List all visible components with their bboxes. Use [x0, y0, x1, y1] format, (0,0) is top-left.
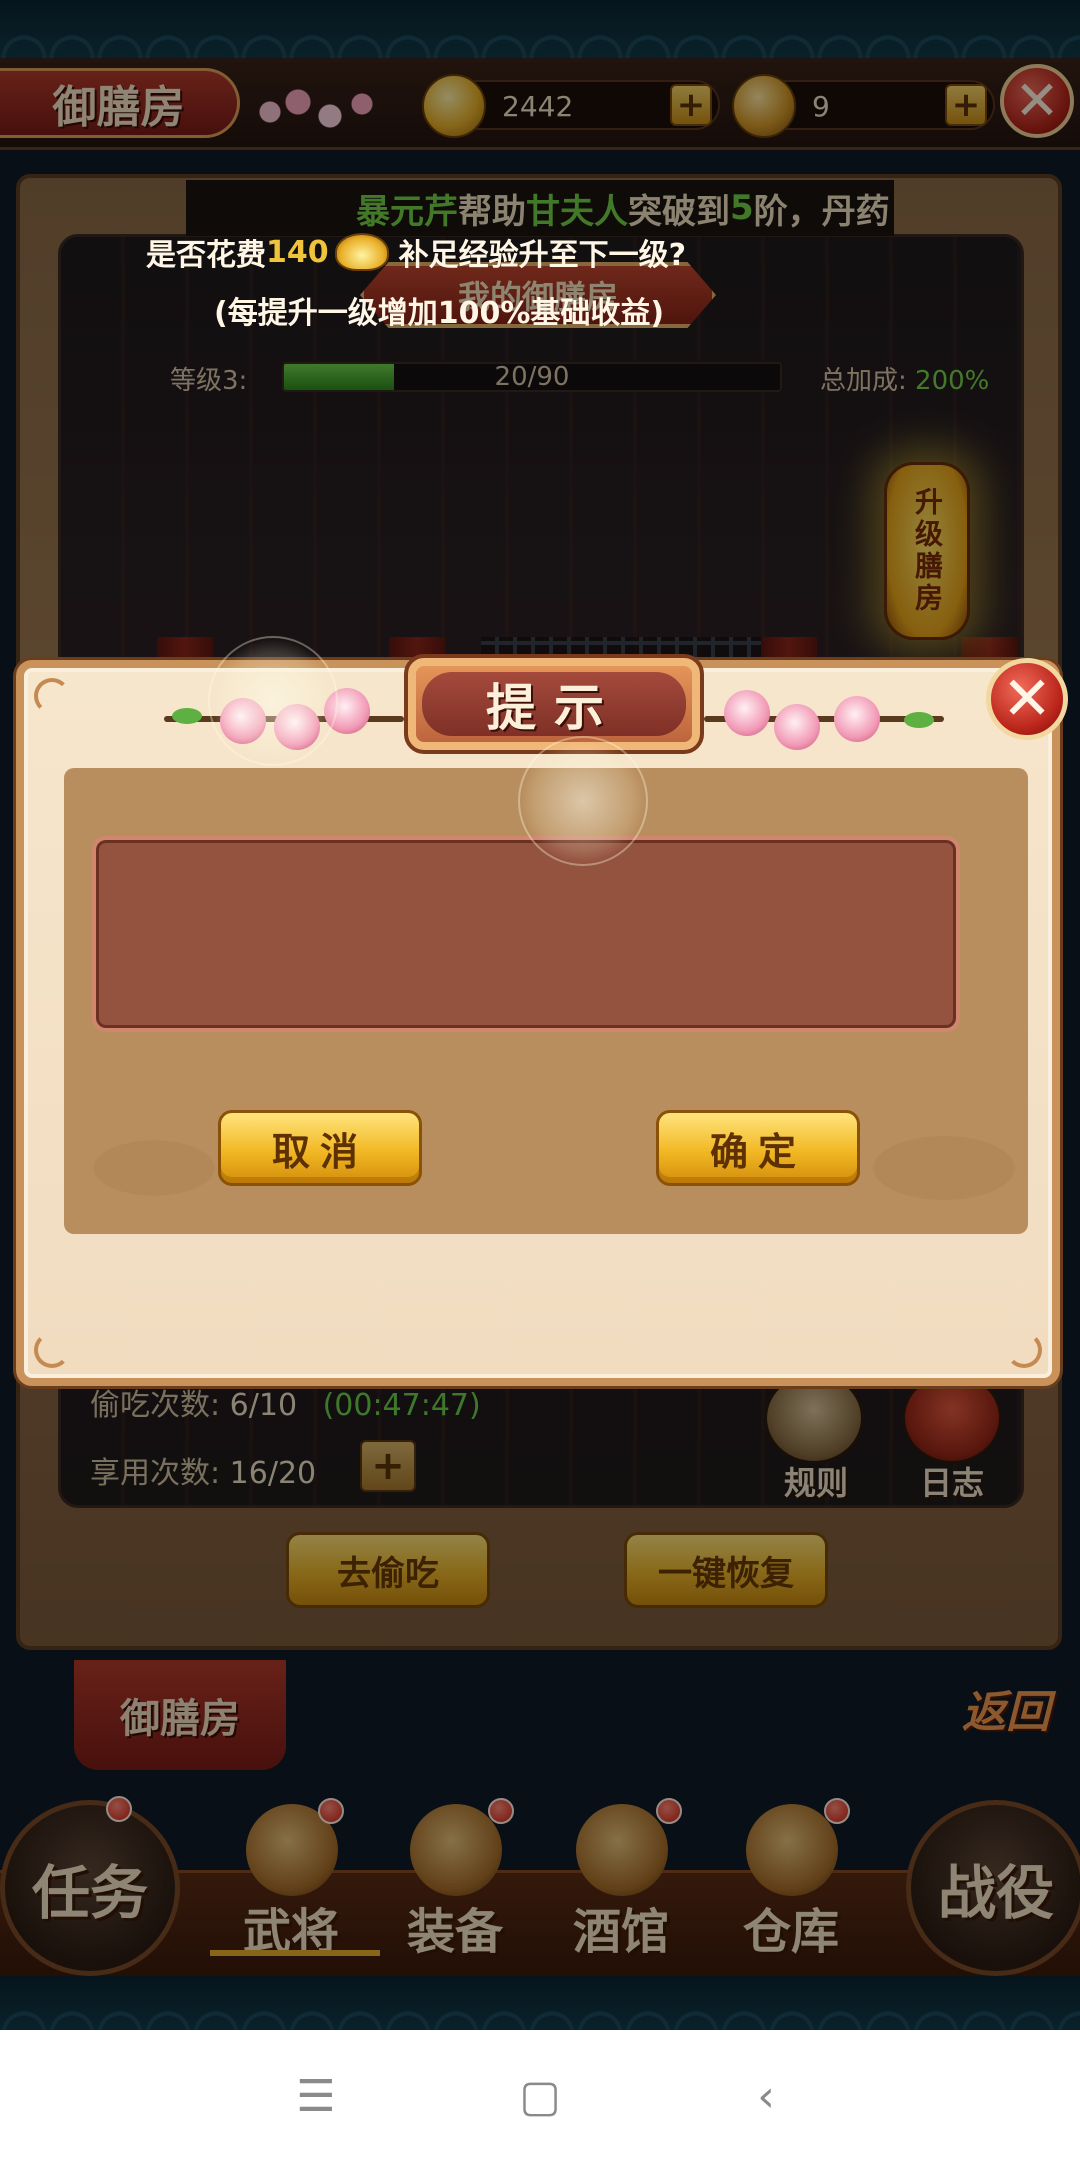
system-nav-bar: ☰ ▢ ‹ — [0, 2030, 1080, 2160]
sparkle-effect — [518, 736, 648, 866]
home-icon[interactable]: ▢ — [510, 2066, 570, 2126]
corner-ornament — [1006, 1332, 1042, 1368]
blossom-branch-right — [704, 678, 944, 758]
dialog-message-line1: 是否花费 140 补足经验升至下一级? — [146, 230, 686, 274]
corner-ornament — [34, 678, 70, 714]
back-icon[interactable]: ‹ — [736, 2066, 796, 2126]
blossom — [774, 704, 820, 750]
dialog-message-line2: (每提升一级增加100%基础收益) — [214, 296, 665, 331]
message-suffix: 补足经验升至下一级? — [398, 238, 687, 273]
blossom — [834, 696, 880, 742]
dialog-close-button[interactable]: ✕ — [986, 658, 1068, 740]
blossom — [724, 690, 770, 736]
leaf — [904, 712, 934, 728]
cost-amount: 140 — [266, 234, 329, 270]
message-prefix: 是否花费 — [146, 238, 266, 273]
confirm-button[interactable]: 确定 — [656, 1110, 860, 1186]
leaf — [172, 708, 202, 724]
cancel-button[interactable]: 取消 — [218, 1110, 422, 1186]
menu-icon[interactable]: ☰ — [286, 2066, 346, 2126]
dialog-title-plate: 提示 — [404, 654, 704, 754]
corner-ornament — [34, 1332, 70, 1368]
message-box — [92, 836, 960, 1032]
sparkle-effect — [208, 636, 338, 766]
dialog-title: 提示 — [422, 672, 686, 737]
gold-ingot-icon — [334, 233, 389, 271]
